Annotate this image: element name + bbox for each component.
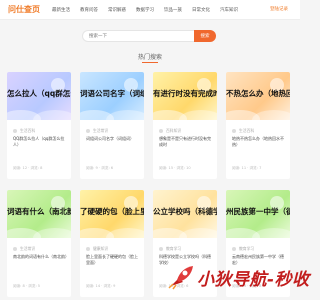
- card-thumbnail-title: 词语有什么（南北韵: [7, 207, 71, 216]
- hill-decoration: [106, 228, 144, 238]
- card-thumbnail-title: 怎么拉人（qq群怎么拉: [7, 89, 71, 98]
- card-category: 生活常识: [86, 128, 108, 134]
- top-navbar: 问仕查页 最新生活 教育问答 常识解惑 数据学习 饮品一族 日常文化 汽车知识 …: [0, 0, 300, 20]
- card-title[interactable]: 词组词公司名字（词组词）: [86, 136, 140, 148]
- card-thumbnail-title: 了硬硬的包（脸上里面: [80, 207, 144, 216]
- card-thumbnail[interactable]: 词语公司名字（词组词: [80, 72, 144, 120]
- hill-decoration: [106, 110, 144, 120]
- card-stats: 阅读: 9 · 浏览: 6: [86, 166, 114, 170]
- card-stats: 阅读: 14 · 浏览: 9: [86, 284, 116, 288]
- category-icon: [159, 247, 163, 251]
- card-category: 教育学习: [159, 246, 181, 252]
- nav-item[interactable]: 汽车知识: [220, 7, 238, 13]
- card-thumbnail[interactable]: 了硬硬的包（脸上里面: [80, 190, 144, 238]
- hill-decoration: [33, 110, 71, 120]
- card-category: 生活常识: [13, 246, 35, 252]
- card-category-label: 生活常识: [20, 246, 36, 251]
- card-stats: 阅读: 15 · 浏览: 10: [159, 166, 191, 170]
- card-thumbnail[interactable]: 怎么拉人（qq群怎么拉: [7, 72, 71, 120]
- card-thumbnail[interactable]: 州民族第一中学（德宏: [226, 190, 290, 238]
- card-category-label: 教育学习: [239, 246, 255, 251]
- card-title[interactable]: 地热不热怎么办（地热回水不热）: [232, 136, 286, 148]
- card-title[interactable]: 想象是不是只有进行时没有完成时: [159, 136, 213, 148]
- watermark: 小狄导航-秒收: [167, 262, 309, 292]
- card-category-label: 教育学习: [166, 246, 182, 251]
- category-icon: [13, 247, 17, 251]
- card-category: 教育学习: [232, 246, 254, 252]
- article-card[interactable]: 了硬硬的包（脸上里面健康知识脸上里面长了硬硬的包（脸上里面） 阅读: 14 · 浏…: [80, 190, 144, 297]
- nav-item[interactable]: 饮品一族: [164, 7, 182, 13]
- card-title[interactable]: QQ群怎么拉人（qq群怎么拉人）: [13, 136, 67, 148]
- nav-item[interactable]: 教育问答: [80, 7, 98, 13]
- category-icon: [86, 247, 90, 251]
- nav-item[interactable]: 日常文化: [192, 7, 210, 13]
- article-card[interactable]: 不热怎么办（地热回水生活百科地热不热怎么办（地热回水不热） 阅读: 11 · 浏览…: [226, 72, 290, 179]
- search-bar: 搜索: [82, 30, 216, 42]
- search-input[interactable]: [82, 30, 194, 42]
- card-category-label: 健康知识: [93, 246, 109, 251]
- article-card[interactable]: 有进行时没有完成时百科知识想象是不是只有进行时没有完成时阅读: 15 · 浏览:…: [153, 72, 217, 179]
- card-thumbnail[interactable]: 词语有什么（南北韵: [7, 190, 71, 238]
- site-logo[interactable]: 问仕查页: [8, 5, 40, 15]
- card-category-label: 生活百科: [20, 128, 36, 133]
- nav-item[interactable]: 数据学习: [136, 7, 154, 13]
- hill-decoration: [179, 228, 217, 238]
- card-stats: 阅读: 11 · 浏览: 7: [232, 166, 262, 170]
- card-thumbnail-title: 有进行时没有完成时: [153, 89, 217, 98]
- rocket-icon: [168, 266, 193, 290]
- hill-decoration: [252, 110, 290, 120]
- card-thumbnail[interactable]: 有进行时没有完成时: [153, 72, 217, 120]
- card-category: 生活百科: [13, 128, 35, 134]
- main-nav: 最新生活 教育问答 常识解惑 数据学习 饮品一族 日常文化 汽车知识: [52, 0, 248, 20]
- card-category: 百科知识: [159, 128, 181, 134]
- card-category: 生活百科: [232, 128, 254, 134]
- card-title[interactable]: 南北韵的词语有什么（南北韵）: [13, 254, 67, 266]
- card-thumbnail[interactable]: 不热怎么办（地热回水: [226, 72, 290, 120]
- nav-item[interactable]: 常识解惑: [108, 7, 126, 13]
- card-category: 健康知识: [86, 246, 108, 252]
- article-card[interactable]: 词语有什么（南北韵生活常识南北韵的词语有什么（南北韵） 阅读: 8 · 浏览: 5: [7, 190, 71, 297]
- login-link[interactable]: 登陆记录: [270, 6, 288, 12]
- card-category-label: 百科知识: [166, 128, 182, 133]
- category-icon: [159, 129, 163, 133]
- category-icon: [232, 247, 236, 251]
- category-icon: [232, 129, 236, 133]
- card-stats: 阅读: 12 · 浏览: 8: [13, 166, 43, 170]
- card-category-label: 生活百科: [239, 128, 255, 133]
- hill-decoration: [179, 110, 217, 120]
- search-button[interactable]: 搜索: [194, 30, 216, 42]
- category-icon: [13, 129, 17, 133]
- nav-item[interactable]: 最新生活: [52, 7, 70, 13]
- category-icon: [86, 129, 90, 133]
- card-title[interactable]: 脸上里面长了硬硬的包（脸上里面）: [86, 254, 140, 266]
- section-title: 热门搜索: [137, 54, 162, 61]
- article-card[interactable]: 词语公司名字（词组词生活常识词组词公司名字（词组词） 阅读: 9 · 浏览: 6: [80, 72, 144, 179]
- card-thumbnail-title: 词语公司名字（词组词: [80, 89, 144, 98]
- article-card[interactable]: 怎么拉人（qq群怎么拉生活百科 QQ群怎么拉人（qq群怎么拉人） 阅读: 12 · …: [7, 72, 71, 179]
- card-thumbnail-title: 州民族第一中学（德宏: [226, 207, 290, 216]
- card-thumbnail-title: 公立学校吗（科德学校: [153, 207, 217, 216]
- card-thumbnail-title: 不热怎么办（地热回水: [226, 89, 290, 98]
- card-thumbnail[interactable]: 公立学校吗（科德学校: [153, 190, 217, 238]
- watermark-text: 小狄导航-秒收: [197, 270, 310, 290]
- card-category-label: 生活常识: [93, 128, 109, 133]
- section-underline: [142, 62, 158, 63]
- hill-decoration: [252, 228, 290, 238]
- card-stats: 阅读: 8 · 浏览: 5: [13, 284, 41, 288]
- hill-decoration: [33, 228, 71, 238]
